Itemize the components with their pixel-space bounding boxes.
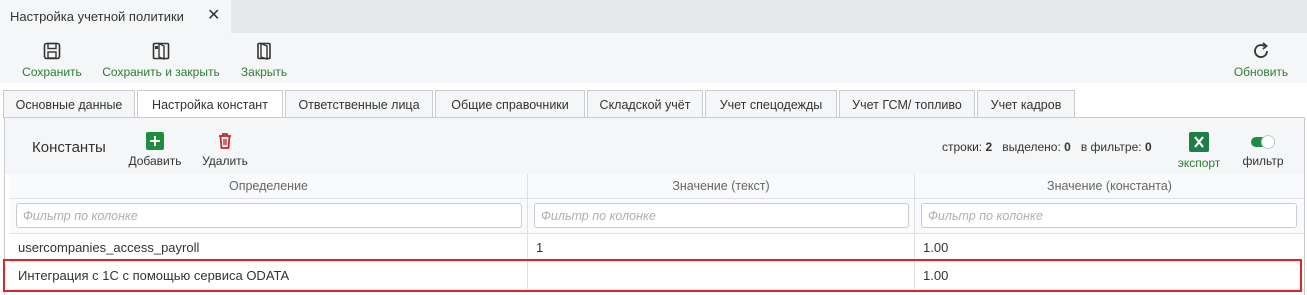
grid-stats: строки: 2 выделено: 0 в фильтре: 0	[942, 140, 1152, 154]
document-tab-bar: Настройка учетной политики ✕	[0, 0, 1307, 33]
refresh-icon	[1254, 42, 1268, 58]
export-button[interactable]: экспорт	[1175, 132, 1223, 170]
document-tab[interactable]: Настройка учетной политики ✕	[0, 0, 231, 33]
toolbar: Сохранить Сохранить и закрыть Закрыть Об…	[0, 33, 1307, 83]
save-and-close-label: Сохранить и закрыть	[102, 65, 220, 79]
table-cell[interactable]: 1.00	[915, 262, 1304, 290]
save-close-icon	[152, 42, 170, 61]
save-and-close-button[interactable]: Сохранить и закрыть	[100, 33, 222, 83]
refresh-button[interactable]: Обновить	[1230, 33, 1292, 83]
document-tab-title: Настройка учетной политики	[10, 9, 184, 24]
table-cell[interactable]	[528, 262, 915, 290]
panel-header: Константы Добавить Удалить строки: 2 выд…	[5, 118, 1304, 174]
filter-input-text-value[interactable]	[534, 203, 909, 228]
tab-workwear[interactable]: Учет спецодежды	[705, 90, 837, 118]
tab-hr[interactable]: Учет кадров	[977, 90, 1075, 118]
save-icon	[43, 42, 61, 60]
panel-title: Константы	[32, 139, 106, 156]
close-button[interactable]: Закрыть	[238, 33, 290, 83]
filtered-count: 0	[1144, 140, 1152, 154]
door-icon	[257, 42, 271, 60]
section-tabs: Основные данные Настройка констант Ответ…	[0, 90, 1307, 119]
filter-input-definition[interactable]	[16, 203, 522, 228]
plus-icon	[146, 132, 164, 150]
table-cell[interactable]: Интеграция с 1С с помощью сервиса ODATA	[10, 262, 528, 290]
table-cell[interactable]: usercompanies_access_payroll	[10, 234, 528, 262]
tab-constants-settings[interactable]: Настройка констант	[137, 90, 283, 119]
delete-label: Удалить	[202, 154, 248, 168]
tab-basic-data[interactable]: Основные данные	[3, 90, 135, 118]
filter-cell-text-value	[528, 199, 915, 234]
rows-count: 2	[985, 140, 993, 154]
delete-button[interactable]: Удалить	[200, 132, 250, 168]
filter-input-constant-value[interactable]	[921, 203, 1297, 228]
constants-panel: Константы Добавить Удалить строки: 2 выд…	[4, 117, 1305, 295]
filter-toggle[interactable]: фильтр	[1239, 134, 1287, 168]
save-label: Сохранить	[22, 65, 82, 79]
selected-count: 0	[1064, 140, 1071, 154]
trash-icon	[219, 133, 231, 149]
tab-responsible-persons[interactable]: Ответственные лица	[285, 90, 433, 118]
column-header-constant-value[interactable]: Значение (константа)	[915, 174, 1304, 199]
save-button[interactable]: Сохранить	[20, 33, 84, 83]
filter-label: фильтр	[1242, 154, 1284, 168]
add-button[interactable]: Добавить	[125, 132, 185, 168]
filter-cell-constant-value	[915, 199, 1304, 234]
close-label: Закрыть	[240, 65, 288, 79]
toggle-icon	[1251, 135, 1275, 149]
column-header-definition[interactable]: Определение	[10, 174, 528, 199]
export-label: экспорт	[1177, 156, 1221, 170]
column-header-text-value[interactable]: Значение (текст)	[528, 174, 915, 199]
refresh-label: Обновить	[1233, 65, 1289, 79]
table-cell[interactable]: 1.00	[915, 234, 1304, 262]
add-label: Добавить	[128, 154, 182, 168]
tab-fuel[interactable]: Учет ГСМ/ топливо	[839, 90, 975, 118]
tab-warehouse[interactable]: Складской учёт	[587, 90, 703, 118]
excel-icon	[1189, 132, 1209, 152]
close-icon[interactable]: ✕	[207, 8, 221, 24]
filter-cell-definition	[10, 199, 528, 234]
tab-common-directories[interactable]: Общие справочники	[435, 90, 585, 118]
table-cell[interactable]: 1	[528, 234, 915, 262]
